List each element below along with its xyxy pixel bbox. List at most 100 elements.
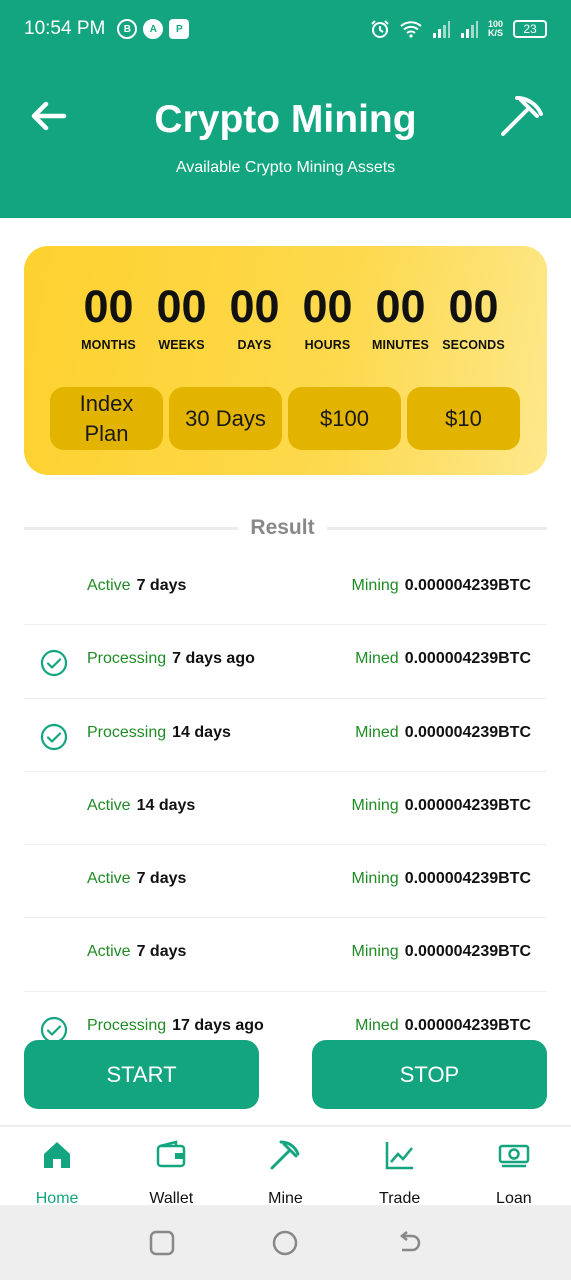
countdown-card: 00 MONTHS 00 WEEKS 00 DAYS 00 HOURS 00 M… [24,246,547,475]
countdown-seconds: 00 SECONDS [437,281,510,353]
countdown-value: 00 [448,281,499,332]
result-list[interactable]: Active 7 days Mining 0.000004239BTC Processi… [24,552,547,1042]
result-row[interactable]: Active 14 days Mining 0.000004239BTC [24,772,547,846]
system-nav-bar [0,1205,571,1280]
status-bar: 10:54 PM B A P 100 K/S 23 [0,0,571,58]
plan-name-pill: Index Plan [50,387,163,450]
page-subtitle: Available Crypto Mining Assets [175,159,396,176]
row-status-label: Active [87,796,131,814]
row-duration: 14 days [136,796,196,814]
result-row[interactable]: Active 7 days Mining 0.000004239BTC [24,845,547,919]
plan-details: Index Plan 30 Days $100 $10 [50,387,520,450]
row-amount: 0.000004239BTC [404,577,531,594]
start-button[interactable]: START [24,1040,259,1109]
check-circle-icon [40,723,68,750]
signal-icon [432,21,450,38]
row-mining: Mining 0.000004239BTC [352,870,531,888]
countdown-value: 00 [375,281,426,332]
row-state-label: Mined [355,723,399,741]
row-duration: 14 days [172,723,231,741]
countdown-label: MINUTES [372,338,429,352]
row-status: Processing 17 days ago [87,1017,264,1035]
result-row[interactable]: Active 7 days Mining 0.000004239BTC [24,552,547,626]
signal-icon-2 [460,21,478,38]
result-row[interactable]: Processing 14 days Mined 0.000004239BTC [24,699,547,772]
pickaxe-icon [270,1140,300,1170]
row-status-label: Processing [87,650,167,668]
home-circle-icon[interactable] [270,1228,300,1258]
row-duration: 7 days [136,943,187,961]
p-notification-icon: P [169,19,190,39]
nav-loan[interactable]: Loan [457,1127,571,1207]
result-heading: Result [250,516,315,539]
row-state-label: Mining [351,943,399,961]
nav-home[interactable]: Home [0,1127,114,1207]
wifi-icon [400,21,422,38]
divider-line [24,527,238,530]
home-icon [44,1142,71,1168]
recent-apps-icon[interactable] [147,1228,177,1258]
page-title: Crypto Mining [154,98,417,141]
speed-unit: K/S [487,28,503,38]
result-row[interactable]: Processing 7 days ago Mined 0.000004239BTC [24,625,547,699]
status-notification-icons: B A P [117,19,190,39]
row-status-label: Processing [87,723,167,741]
nav-trade[interactable]: Trade [343,1127,457,1207]
a-notification-icon: A [143,19,164,39]
countdown-value: 00 [302,281,353,332]
row-amount: 0.000004239BTC [404,1016,531,1034]
row-amount: 0.000004239BTC [404,796,531,814]
wallet-icon [157,1140,186,1168]
network-speed: 100 K/S [488,20,503,38]
pickaxe-icon[interactable] [499,92,545,138]
countdown-label: WEEKS [158,338,205,352]
back-icon[interactable] [394,1228,424,1258]
countdown-minutes: 00 MINUTES [364,281,437,353]
row-mining: Mining 0.000004239BTC [352,577,531,595]
row-duration: 7 days ago [172,650,255,668]
status-right: 100 K/S 23 [370,19,547,39]
countdown-weeks: 00 WEEKS [145,281,218,353]
alarm-icon [371,20,389,38]
row-amount: 0.000004239BTC [404,870,531,888]
result-row[interactable]: Active 7 days Mining 0.000004239BTC [24,918,547,992]
row-status: Processing 14 days [87,724,231,742]
countdown-value: 00 [229,281,280,332]
row-status: Active 7 days [87,943,186,961]
b-notification-icon: B [117,19,138,39]
countdown-label: HOURS [304,338,351,352]
countdown-value: 00 [156,281,207,332]
stop-button[interactable]: STOP [312,1040,547,1109]
row-amount: 0.000004239BTC [404,723,531,741]
row-state-label: Mined [355,1016,399,1034]
row-state-label: Mined [355,650,399,668]
row-status-label: Active [87,943,131,961]
row-status-label: Active [87,577,131,594]
chart-icon [385,1142,413,1170]
countdown-label: SECONDS [442,338,505,352]
row-mining: Mining 0.000004239BTC [352,797,531,815]
divider-line [327,527,547,530]
plan-return-pill: $10 [407,387,520,450]
cash-icon [498,1144,530,1168]
plan-duration-pill: 30 Days [169,387,282,450]
bottom-nav: Home Wallet Mine Trade Loan [0,1125,571,1207]
nav-wallet[interactable]: Wallet [114,1127,228,1207]
countdown-label: DAYS [237,338,272,352]
row-state-label: Mining [351,577,399,594]
result-row[interactable]: Processing 17 days ago Mined 0.000004239BTC [24,992,547,1042]
row-state-label: Mining [351,796,399,814]
app-header: Crypto Mining Available Crypto Mining As… [0,58,571,218]
row-mining: Mined 0.000004239BTC [355,724,531,742]
row-mining: Mined 0.000004239BTC [355,650,531,668]
row-mining: Mining 0.000004239BTC [352,943,531,961]
battery-icon: 23 [513,20,547,38]
plan-amount-pill: $100 [288,387,401,450]
countdown-hours: 00 HOURS [291,281,364,353]
row-duration: 7 days [136,870,187,888]
row-status-label: Active [87,870,131,888]
nav-mine[interactable]: Mine [228,1127,342,1207]
row-mining: Mined 0.000004239BTC [355,1017,531,1035]
check-circle-icon [40,650,68,677]
row-amount: 0.000004239BTC [404,943,531,961]
